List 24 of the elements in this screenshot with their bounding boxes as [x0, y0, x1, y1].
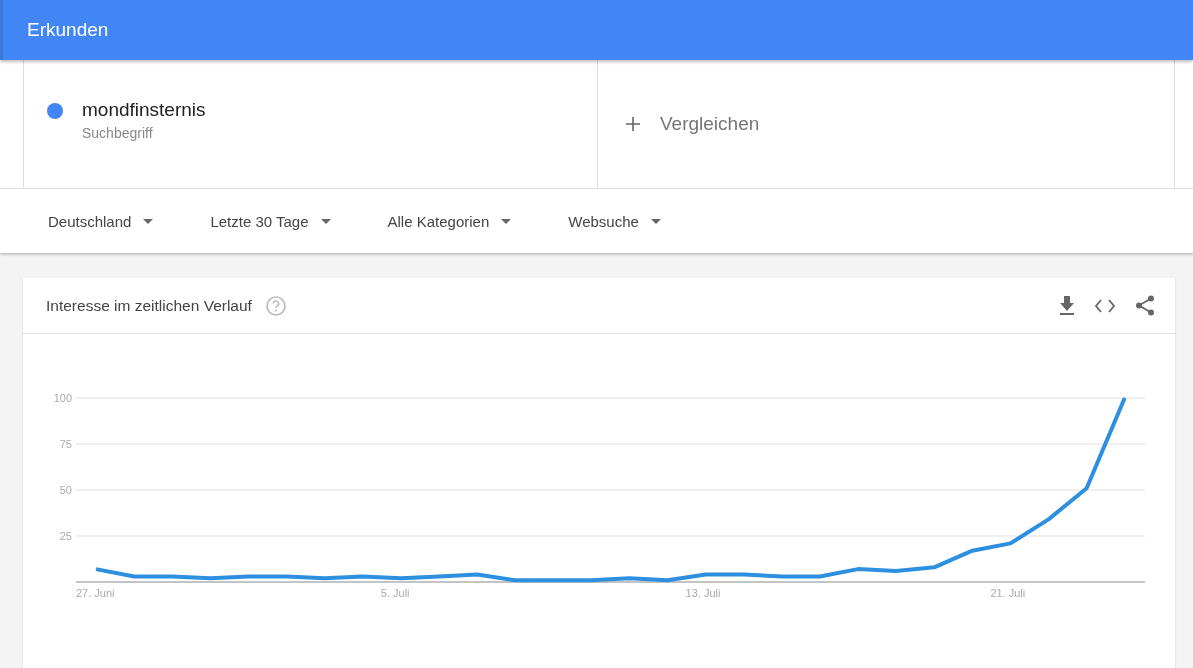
y-axis-label: 100 — [53, 392, 72, 404]
x-axis-label: 5. Juli — [380, 587, 410, 599]
card-title: Interesse im zeitlichen Verlauf — [46, 296, 252, 315]
filter-dropdown[interactable]: Deutschland — [48, 212, 154, 230]
x-axis-label: 27. Juni — [76, 587, 115, 599]
page-title: Erkunden — [27, 19, 109, 41]
filter-dropdown[interactable]: Websuche — [568, 212, 661, 230]
download-icon[interactable] — [1059, 296, 1075, 315]
share-icon[interactable] — [1135, 295, 1155, 316]
term-type: Suchbegriff — [82, 125, 154, 141]
caret-icon — [501, 218, 512, 224]
filter-dropdown[interactable]: Letzte 30 Tage — [210, 212, 331, 230]
plus-icon — [626, 117, 640, 131]
embed-code-icon[interactable] — [1095, 298, 1115, 313]
y-axis-label: 50 — [59, 484, 72, 496]
search-term[interactable]: mondfinsternis — [82, 99, 206, 121]
caret-icon — [320, 218, 331, 224]
x-axis-label: 13. Juli — [685, 587, 721, 599]
y-axis-label: 75 — [59, 438, 72, 450]
caret-icon — [143, 218, 154, 224]
x-axis-label: 21. Juli — [990, 587, 1026, 599]
y-axis-label: 25 — [59, 530, 72, 542]
filter-dropdown[interactable]: Alle Kategorien — [387, 212, 512, 230]
caret-icon — [650, 218, 661, 224]
